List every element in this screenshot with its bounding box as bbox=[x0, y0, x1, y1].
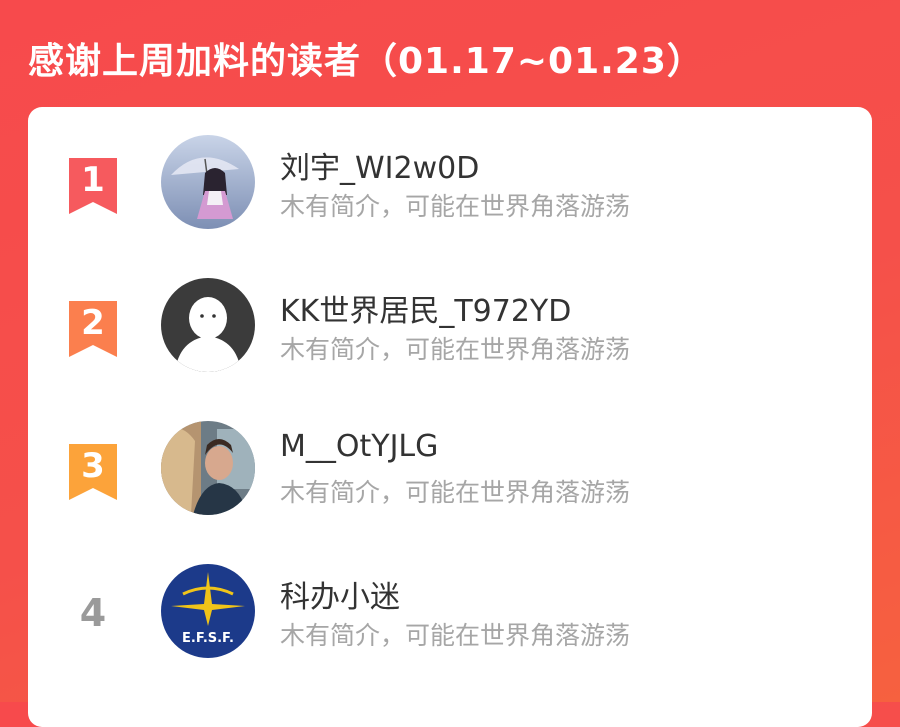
anime-girl-umbrella-icon bbox=[161, 135, 255, 229]
rank-ribbon-icon: 3 bbox=[69, 444, 117, 500]
rank-number: 2 bbox=[81, 303, 105, 343]
list-item[interactable]: 1 刘宇_WI2w0D 木有简介，可能在世界角落游荡 bbox=[28, 107, 872, 237]
rank-ribbon-icon: 2 bbox=[69, 301, 117, 357]
avatar[interactable] bbox=[161, 421, 255, 515]
rank-number: 4 bbox=[79, 591, 107, 635]
rank-number: 1 bbox=[81, 160, 105, 200]
rank-ribbon-icon: 1 bbox=[69, 158, 117, 214]
efsf-logo-text: E.F.S.F. bbox=[182, 631, 234, 646]
list-item[interactable]: 4 E.F.S.F. 科办小迷 木有简介，可能在世界角落游荡 bbox=[28, 536, 872, 666]
reader-name[interactable]: 刘宇_WI2w0D bbox=[280, 143, 479, 187]
reader-name[interactable]: M__OtYJLG bbox=[280, 429, 438, 464]
efsf-logo-icon: E.F.S.F. bbox=[161, 564, 255, 658]
rank-number: 3 bbox=[81, 446, 105, 486]
reader-ranking-list: 1 刘宇_WI2w0D 木有简介，可能在世界角落游荡 2 KK世界居民_T972… bbox=[28, 107, 872, 727]
list-item[interactable]: 3 M__OtYJLG 木有简介，可能在世界角落游荡 bbox=[28, 393, 872, 523]
avatar[interactable]: E.F.S.F. bbox=[161, 564, 255, 658]
reader-bio: 木有简介，可能在世界角落游荡 bbox=[280, 621, 631, 650]
avatar[interactable] bbox=[161, 135, 255, 229]
reader-name[interactable]: 科办小迷 bbox=[280, 572, 400, 616]
list-item[interactable]: 2 KK世界居民_T972YD 木有简介，可能在世界角落游荡 bbox=[28, 250, 872, 380]
page-title: 感谢上周加料的读者（01.17~01.23） bbox=[28, 41, 704, 82]
movie-still-icon bbox=[161, 421, 255, 515]
reader-name[interactable]: KK世界居民_T972YD bbox=[280, 286, 571, 330]
avatar[interactable] bbox=[161, 278, 255, 372]
default-user-icon bbox=[161, 278, 255, 372]
reader-bio: 木有简介，可能在世界角落游荡 bbox=[280, 478, 631, 507]
reader-bio: 木有简介，可能在世界角落游荡 bbox=[280, 192, 631, 221]
reader-bio: 木有简介，可能在世界角落游荡 bbox=[280, 335, 631, 364]
